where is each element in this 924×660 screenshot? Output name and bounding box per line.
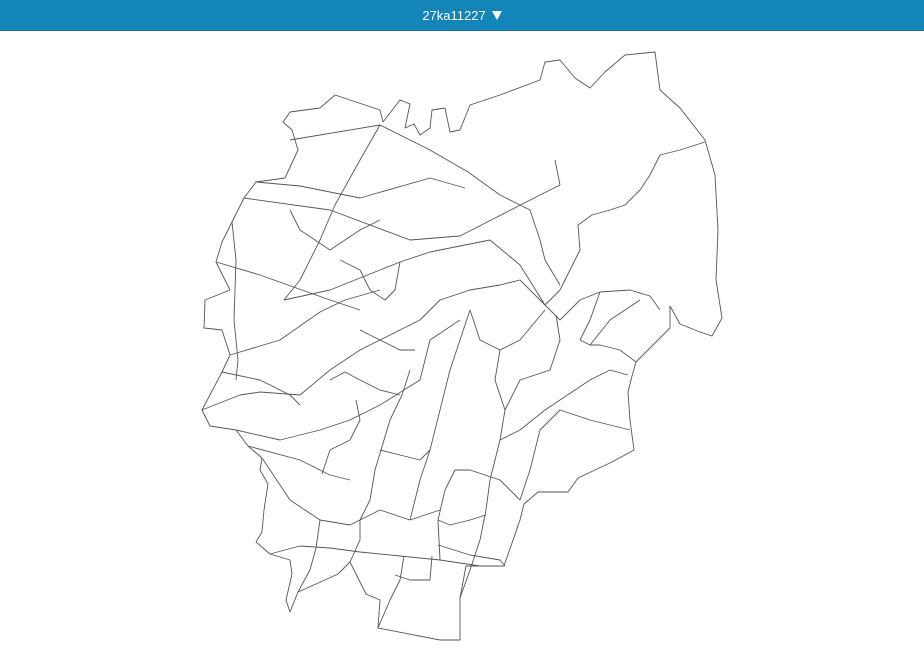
boundary-line	[591, 141, 706, 216]
boundary-line	[379, 449, 431, 461]
boundary-line	[559, 289, 661, 321]
boundary-line	[321, 399, 361, 475]
boundary-line	[349, 369, 411, 563]
district-boundary-map[interactable]	[0, 0, 924, 660]
boundary-line	[519, 409, 631, 501]
boundary-line	[489, 349, 506, 481]
boundary-line	[201, 319, 421, 411]
map-canvas[interactable]	[0, 31, 924, 660]
boundary-line	[359, 329, 415, 351]
boundary-line	[499, 369, 629, 441]
boundary-line	[329, 371, 401, 396]
boundary-line	[544, 214, 593, 306]
boundary-line	[221, 371, 301, 406]
boundary-line	[437, 514, 487, 526]
boundary-line	[261, 457, 441, 526]
boundary-line	[590, 344, 637, 363]
boundary-line	[231, 221, 239, 381]
boundary-line	[229, 289, 381, 356]
boundary-line	[255, 177, 466, 199]
boundary-line	[504, 314, 561, 411]
boundary-line	[243, 159, 561, 241]
boundary-line	[394, 555, 433, 581]
boundary-line	[469, 309, 546, 351]
district-outer-boundary	[201, 51, 723, 641]
boundary-line	[579, 291, 641, 346]
boundary-line	[289, 124, 531, 211]
boundary-line	[419, 279, 561, 321]
boundary-line	[529, 209, 561, 286]
boundary-line	[459, 479, 491, 599]
boundary-line	[297, 519, 321, 593]
boundary-line	[269, 545, 481, 567]
boundary-line	[283, 124, 381, 301]
boundary-line	[289, 209, 381, 251]
boundary-line	[409, 309, 471, 521]
boundary-line	[283, 239, 546, 306]
boundary-line	[377, 555, 405, 629]
boundary-line	[235, 319, 461, 441]
boundary-line	[437, 544, 506, 567]
boundary-line	[437, 469, 521, 561]
